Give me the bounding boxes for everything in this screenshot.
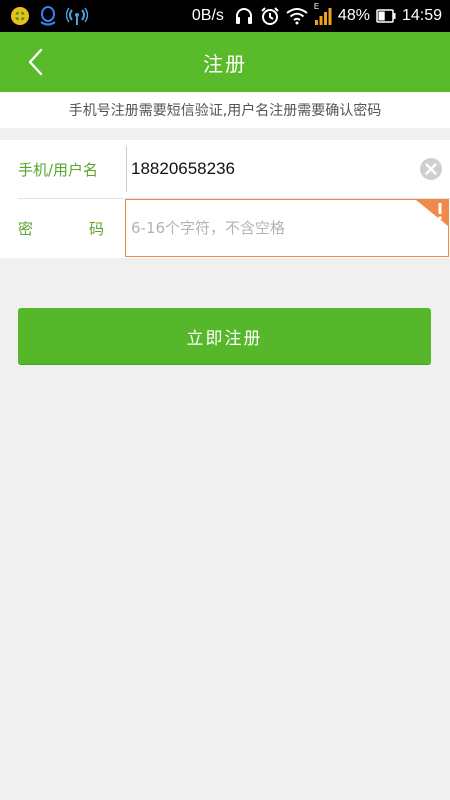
battery-icon [376,9,396,23]
title-bar: 注册 [0,32,450,92]
battery-percent: 48% [337,7,370,24]
password-label: 密 码 [18,199,104,257]
status-left [10,5,88,27]
phone-label: 手机/用户名 [18,160,99,179]
password-field-box [125,199,449,257]
back-button[interactable] [20,46,52,78]
qq-icon [38,5,58,27]
wifi-icon [286,7,308,25]
broadcast-icon [66,6,88,26]
net-speed: 0B/s [191,7,224,24]
clear-icon [420,158,442,180]
warning-icon [416,200,448,226]
status-right: 0B/s E 48% 14:59 [191,2,442,26]
page-title: 注册 [203,51,247,76]
network-type-label: E [313,2,320,11]
alarm-icon [260,6,280,26]
phone-input[interactable] [126,146,406,192]
clock-time: 14:59 [401,7,442,24]
password-label-char-1: 密 [18,219,34,238]
password-input[interactable] [126,200,416,256]
headphones-icon [234,7,254,25]
registration-form: 手机/用户名 密 码 [0,140,450,258]
chevron-left-icon [28,48,43,76]
register-button[interactable]: 立即注册 [18,308,431,364]
clear-button[interactable] [419,157,443,181]
phone-row: 手机/用户名 [0,140,450,199]
registration-hint: 手机号注册需要短信验证,用户名注册需要确认密码 [0,92,450,128]
password-row: 密 码 [0,199,450,257]
password-label-char-2: 码 [88,219,104,238]
signal-icon: E [314,2,332,26]
app-badge-icon [10,6,30,26]
status-bar: 0B/s E 48% 14:59 [0,0,450,32]
